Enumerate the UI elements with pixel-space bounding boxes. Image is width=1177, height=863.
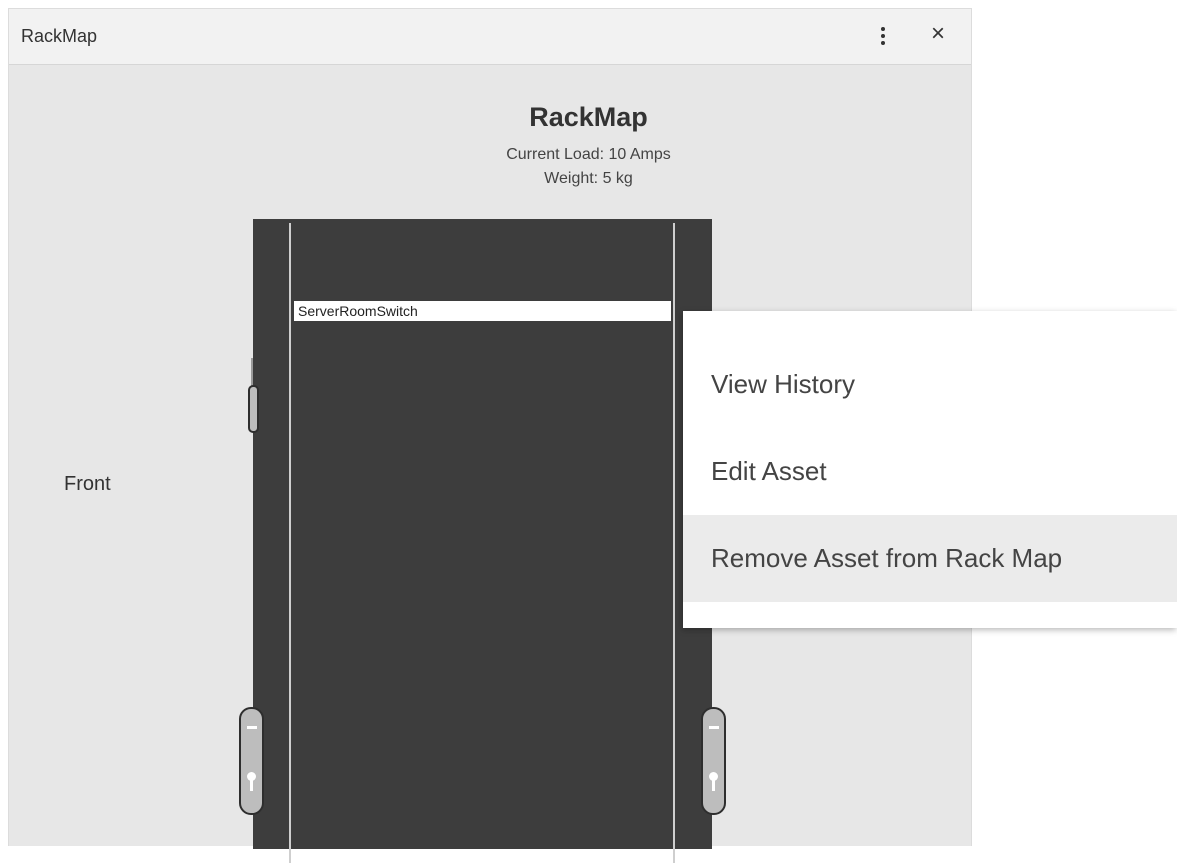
keyhole-stem <box>250 779 253 791</box>
handle-bar-icon <box>247 726 257 729</box>
rack-weight: Weight: 5 kg <box>544 170 633 187</box>
door-handle-right[interactable] <box>701 707 726 815</box>
rack-current-load: Current Load: 10 Amps <box>506 146 671 163</box>
panel-title: RackMap <box>21 26 98 46</box>
menu-item-view-history[interactable]: View History <box>683 341 1177 428</box>
asset-context-menu: View History Edit Asset Remove Asset fro… <box>683 311 1177 628</box>
rack-asset-server-room-switch[interactable]: ServerRoomSwitch <box>294 301 671 321</box>
door-hinge-stub <box>251 358 253 388</box>
door-handle-left[interactable] <box>239 707 264 815</box>
rack-title: RackMap <box>529 102 648 132</box>
close-icon[interactable]: × <box>925 21 951 47</box>
rack-side-label: Front <box>64 473 111 495</box>
menu-item-remove-asset[interactable]: Remove Asset from Rack Map <box>683 515 1177 602</box>
menu-item-edit-asset[interactable]: Edit Asset <box>683 428 1177 515</box>
rack-rail-right <box>673 223 675 863</box>
rack-rail-left <box>289 223 291 863</box>
door-hinge <box>248 385 259 433</box>
handle-bar-icon <box>709 726 719 729</box>
keyhole-stem <box>712 779 715 791</box>
rack-diagram: ServerRoomSwitch <box>253 219 712 863</box>
panel-titlebar: RackMap × <box>9 9 971 65</box>
more-options-icon[interactable] <box>871 23 895 49</box>
